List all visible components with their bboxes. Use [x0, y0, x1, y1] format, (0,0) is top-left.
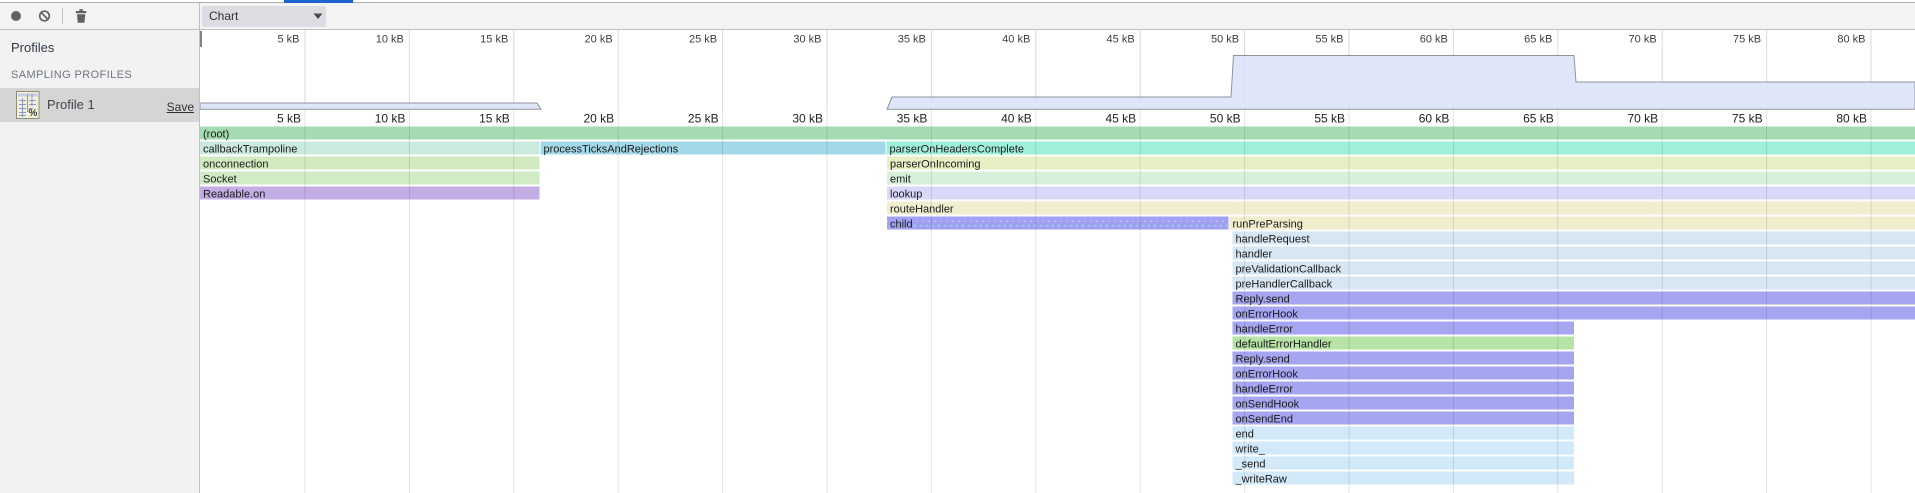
- svg-text:parserOnHeadersComplete: parserOnHeadersComplete: [890, 144, 1025, 156]
- svg-text:onErrorHook: onErrorHook: [1236, 369, 1299, 381]
- svg-text:defaultErrorHandler: defaultErrorHandler: [1236, 339, 1332, 351]
- svg-text:60 kB: 60 kB: [1419, 112, 1450, 126]
- svg-text:65 kB: 65 kB: [1523, 112, 1554, 126]
- svg-text:child: child: [890, 219, 913, 231]
- svg-text:_writeRaw: _writeRaw: [1235, 474, 1287, 486]
- svg-text:parserOnIncoming: parserOnIncoming: [890, 159, 981, 171]
- svg-text:preValidationCallback: preValidationCallback: [1236, 264, 1342, 276]
- svg-text:lookup: lookup: [890, 189, 922, 201]
- svg-text:80 kB: 80 kB: [1837, 34, 1865, 46]
- svg-text:processTicksAndRejections: processTicksAndRejections: [544, 144, 679, 156]
- svg-text:5 kB: 5 kB: [277, 112, 301, 126]
- svg-text:15 kB: 15 kB: [479, 112, 510, 126]
- svg-text:15 kB: 15 kB: [480, 34, 508, 46]
- svg-text:25 kB: 25 kB: [689, 34, 717, 46]
- svg-text:handleError: handleError: [1236, 324, 1294, 336]
- svg-text:30 kB: 30 kB: [793, 34, 821, 46]
- svg-text:onSendEnd: onSendEnd: [1236, 414, 1294, 426]
- svg-text:10 kB: 10 kB: [375, 112, 406, 126]
- svg-text:(root): (root): [203, 129, 229, 141]
- svg-text:70 kB: 70 kB: [1629, 34, 1657, 46]
- svg-text:preHandlerCallback: preHandlerCallback: [1236, 279, 1333, 291]
- svg-text:runPreParsing: runPreParsing: [1233, 219, 1303, 231]
- svg-text:75 kB: 75 kB: [1732, 112, 1763, 126]
- svg-text:50 kB: 50 kB: [1210, 112, 1241, 126]
- svg-text:65 kB: 65 kB: [1524, 34, 1552, 46]
- svg-text:20 kB: 20 kB: [584, 112, 615, 126]
- svg-text:write_: write_: [1235, 444, 1266, 456]
- svg-text:25 kB: 25 kB: [688, 112, 719, 126]
- svg-text:onErrorHook: onErrorHook: [1236, 309, 1299, 321]
- svg-text:emit: emit: [890, 174, 911, 186]
- svg-text:30 kB: 30 kB: [792, 112, 823, 126]
- svg-text:10 kB: 10 kB: [376, 34, 404, 46]
- svg-text:Readable.on: Readable.on: [203, 189, 265, 201]
- svg-text:onSendHook: onSendHook: [1236, 399, 1300, 411]
- svg-text:35 kB: 35 kB: [897, 112, 928, 126]
- svg-text:40 kB: 40 kB: [1001, 112, 1032, 126]
- svg-text:handler: handler: [1236, 249, 1273, 261]
- svg-text:callbackTrampoline: callbackTrampoline: [203, 144, 297, 156]
- svg-text:55 kB: 55 kB: [1315, 34, 1343, 46]
- svg-text:handleError: handleError: [1236, 384, 1294, 396]
- svg-text:%: %: [29, 108, 38, 119]
- svg-text:Reply.send: Reply.send: [1236, 294, 1290, 306]
- svg-text:55 kB: 55 kB: [1314, 112, 1345, 126]
- svg-text:60 kB: 60 kB: [1420, 34, 1448, 46]
- svg-text:75 kB: 75 kB: [1733, 34, 1761, 46]
- svg-text:end: end: [1236, 429, 1254, 441]
- svg-text:20 kB: 20 kB: [585, 34, 613, 46]
- svg-text:5 kB: 5 kB: [277, 34, 299, 46]
- svg-text:Reply.send: Reply.send: [1236, 354, 1290, 366]
- svg-text:45 kB: 45 kB: [1107, 34, 1135, 46]
- svg-text:40 kB: 40 kB: [1002, 34, 1030, 46]
- svg-text:50 kB: 50 kB: [1211, 34, 1239, 46]
- svg-text:35 kB: 35 kB: [898, 34, 926, 46]
- svg-text:80 kB: 80 kB: [1836, 112, 1867, 126]
- svg-text:45 kB: 45 kB: [1106, 112, 1137, 126]
- svg-text:_send: _send: [1235, 459, 1266, 471]
- svg-text:70 kB: 70 kB: [1628, 112, 1659, 126]
- svg-text:routeHandler: routeHandler: [890, 204, 954, 216]
- svg-text:Socket: Socket: [203, 174, 237, 186]
- svg-text:onconnection: onconnection: [203, 159, 268, 171]
- svg-text:handleRequest: handleRequest: [1236, 234, 1310, 246]
